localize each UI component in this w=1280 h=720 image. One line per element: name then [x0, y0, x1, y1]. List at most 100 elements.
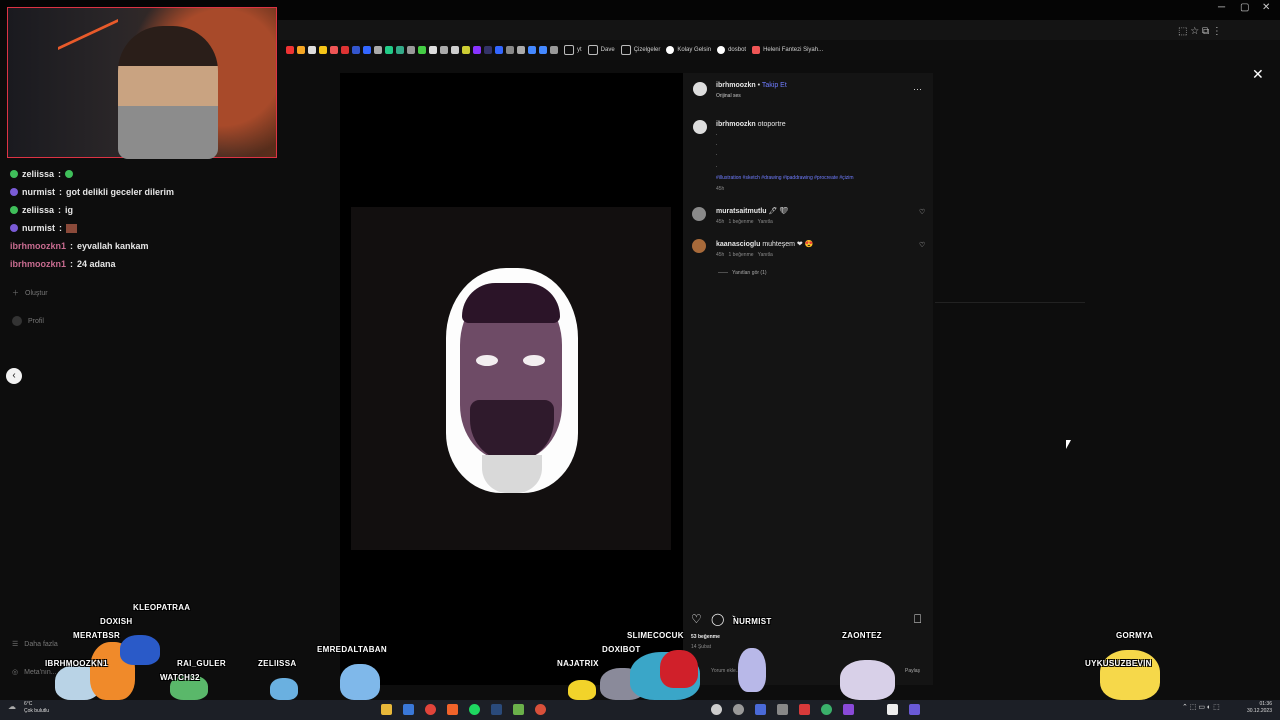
comment-input[interactable]: Yorum ekle... [711, 668, 740, 674]
chat-username: zeliissa [22, 205, 55, 215]
comment: muratsaitmutlu 🖊 ❤ [716, 207, 788, 215]
chat-username: nurmist [22, 223, 56, 233]
taskbar-app-icon[interactable] [777, 704, 788, 715]
hashtags[interactable]: #illustration #sketch #drawing #ipaddraw… [716, 175, 854, 181]
viewer-name: DOXISH [100, 617, 133, 626]
menu-icon: ☰ [12, 641, 19, 648]
bookmark-icons[interactable] [286, 46, 558, 54]
comment-username[interactable]: muratsaitmutlu [716, 208, 767, 215]
more-options-icon[interactable]: ··· [913, 84, 922, 94]
taskbar-app-icon[interactable] [843, 704, 854, 715]
taskbar-app-icon[interactable] [535, 704, 546, 715]
mouse-cursor-icon [1066, 440, 1071, 449]
viewer-name: MERATBSR [73, 631, 121, 640]
share-comment-button[interactable]: Paylaş [905, 668, 920, 674]
artwork-eye [476, 355, 498, 366]
taskbar [0, 700, 1280, 720]
comment-likes[interactable]: 1 beğenme [729, 252, 754, 258]
view-replies-link[interactable]: —— Yanıtları gör (1) [718, 270, 767, 276]
maximize-icon[interactable]: ▢ [1240, 2, 1249, 13]
bookmark-dave[interactable]: Dave [587, 45, 615, 55]
brave-icon[interactable] [447, 704, 458, 715]
badge-icon [10, 170, 18, 178]
comment-likes[interactable]: 1 beğenme [729, 219, 754, 225]
close-window-icon[interactable]: ✕ [1262, 2, 1270, 13]
xbox-icon[interactable] [513, 704, 524, 715]
close-icon[interactable]: ✕ [1252, 66, 1264, 83]
reply-button[interactable]: Yanıtla [758, 219, 773, 225]
sidebar-item-profile[interactable]: Profil [12, 316, 44, 326]
comment-meta: 45h 1 beğenme Yanıtla [716, 252, 773, 258]
caption-username[interactable]: ibrhmoozkn [716, 121, 756, 128]
chat-username: ibrhmoozkn1 [10, 259, 67, 269]
badge-icon [10, 188, 18, 196]
likes-count[interactable]: 53 beğenme [691, 634, 720, 640]
caption-dot: . [716, 131, 718, 137]
pokemon-sprite [660, 650, 698, 688]
chrome-icon[interactable] [425, 704, 436, 715]
previous-post-button[interactable]: ‹ [6, 368, 22, 384]
plus-icon: ＋ [12, 290, 19, 297]
taskbar-app-icon[interactable] [711, 704, 722, 715]
sidebar-item-more[interactable]: ☰ Daha fazla [12, 640, 58, 649]
spotify-icon[interactable] [469, 704, 480, 715]
comment-avatar[interactable] [692, 239, 706, 253]
steam-icon[interactable] [491, 704, 502, 715]
caption: ibrhmoozkn otoportre [716, 121, 786, 128]
taskbar-app-icon[interactable] [821, 704, 832, 715]
minimize-icon[interactable]: ─ [1218, 2, 1225, 13]
bookmark-cizelgeler[interactable]: Çizelgeler [620, 45, 660, 55]
author-avatar[interactable] [693, 82, 707, 96]
bookmark-kolay-gelsin[interactable]: Kolay Gelsin [666, 46, 711, 54]
audio-label[interactable]: Orijinal ses [716, 93, 741, 99]
like-icon[interactable]: ♡ [691, 612, 702, 626]
pokemon-sprite [270, 678, 298, 700]
viewer-name: DOXIBOT [602, 645, 641, 654]
bookmark-heleni[interactable]: Heleni Fantezi Siyah... [752, 46, 823, 54]
meta-icon: ◎ [12, 669, 19, 676]
caption-avatar[interactable] [693, 120, 707, 134]
comment-username[interactable]: kaanascioglu [716, 241, 760, 248]
comment-like-icon[interactable]: ♡ [919, 241, 925, 249]
comment-text: 🖊 ❤ [768, 208, 789, 215]
pokemon-sprite [1100, 650, 1160, 700]
weather-widget[interactable]: 6°C Çok bulutlu [24, 701, 49, 715]
chat-text: 24 adana [77, 259, 116, 269]
emote-icon [65, 170, 74, 178]
comment-like-icon[interactable]: ♡ [919, 208, 925, 216]
extensions-icon[interactable]: ⬚ ☆ ⧉ ⋮ [1178, 26, 1222, 37]
bookmarks-bar: yt Dave Çizelgeler Kolay Gelsin dosbot H… [278, 40, 1280, 60]
viewer-name: ZELIISSA [258, 659, 297, 668]
taskbar-app-icon[interactable] [733, 704, 744, 715]
viewer-name: NAJATRIX [557, 659, 599, 668]
follow-button[interactable]: Takip Et [762, 82, 787, 89]
streamer-image [118, 26, 218, 159]
sidebar-item-create[interactable]: ＋ Oluştur [12, 288, 48, 298]
viewer-name: SLIMECOCUK [627, 631, 684, 640]
chat-text: got delikli geceler dilerim [66, 187, 175, 197]
comment-icon[interactable]: ◯ [711, 612, 724, 626]
chat-overlay: zeliissa: nurmist: got delikli geceler d… [10, 165, 270, 273]
comment-avatar[interactable] [692, 207, 706, 221]
chat-message: ibrhmoozkn1: eyvallah kankam [10, 241, 149, 251]
save-icon[interactable]: ⎕ [914, 612, 921, 627]
file-explorer-icon[interactable] [381, 704, 392, 715]
weather-icon[interactable]: ☁ [8, 702, 16, 711]
sidebar-item-meta[interactable]: ◎ Meta'nın... [12, 668, 57, 677]
taskbar-app-icon[interactable] [755, 704, 766, 715]
chat-message: nurmist: got delikli geceler dilerim [10, 183, 270, 201]
bookmark-yt[interactable]: yt [564, 45, 582, 55]
system-tray-icons[interactable]: ⌃ ⬚ ▭ ◐ ⬚ [1182, 703, 1220, 711]
pokemon-sprite [340, 664, 380, 700]
reply-button[interactable]: Yanıtla [758, 252, 773, 258]
taskbar-app-icon[interactable] [909, 704, 920, 715]
emote-icon [66, 223, 78, 233]
taskbar-app-icon[interactable] [887, 704, 898, 715]
comment-text: muhteşem ❤ 😍 [762, 241, 814, 248]
clock[interactable]: 01:36 30.12.2023 [1236, 701, 1272, 715]
author-username[interactable]: ibrhmoozkn [716, 82, 756, 89]
comment-meta: 45h 1 beğenme Yanıtla [716, 219, 773, 225]
taskbar-app-icon[interactable] [403, 704, 414, 715]
bookmark-dosbot[interactable]: dosbot [717, 46, 746, 54]
taskbar-app-icon[interactable] [799, 704, 810, 715]
